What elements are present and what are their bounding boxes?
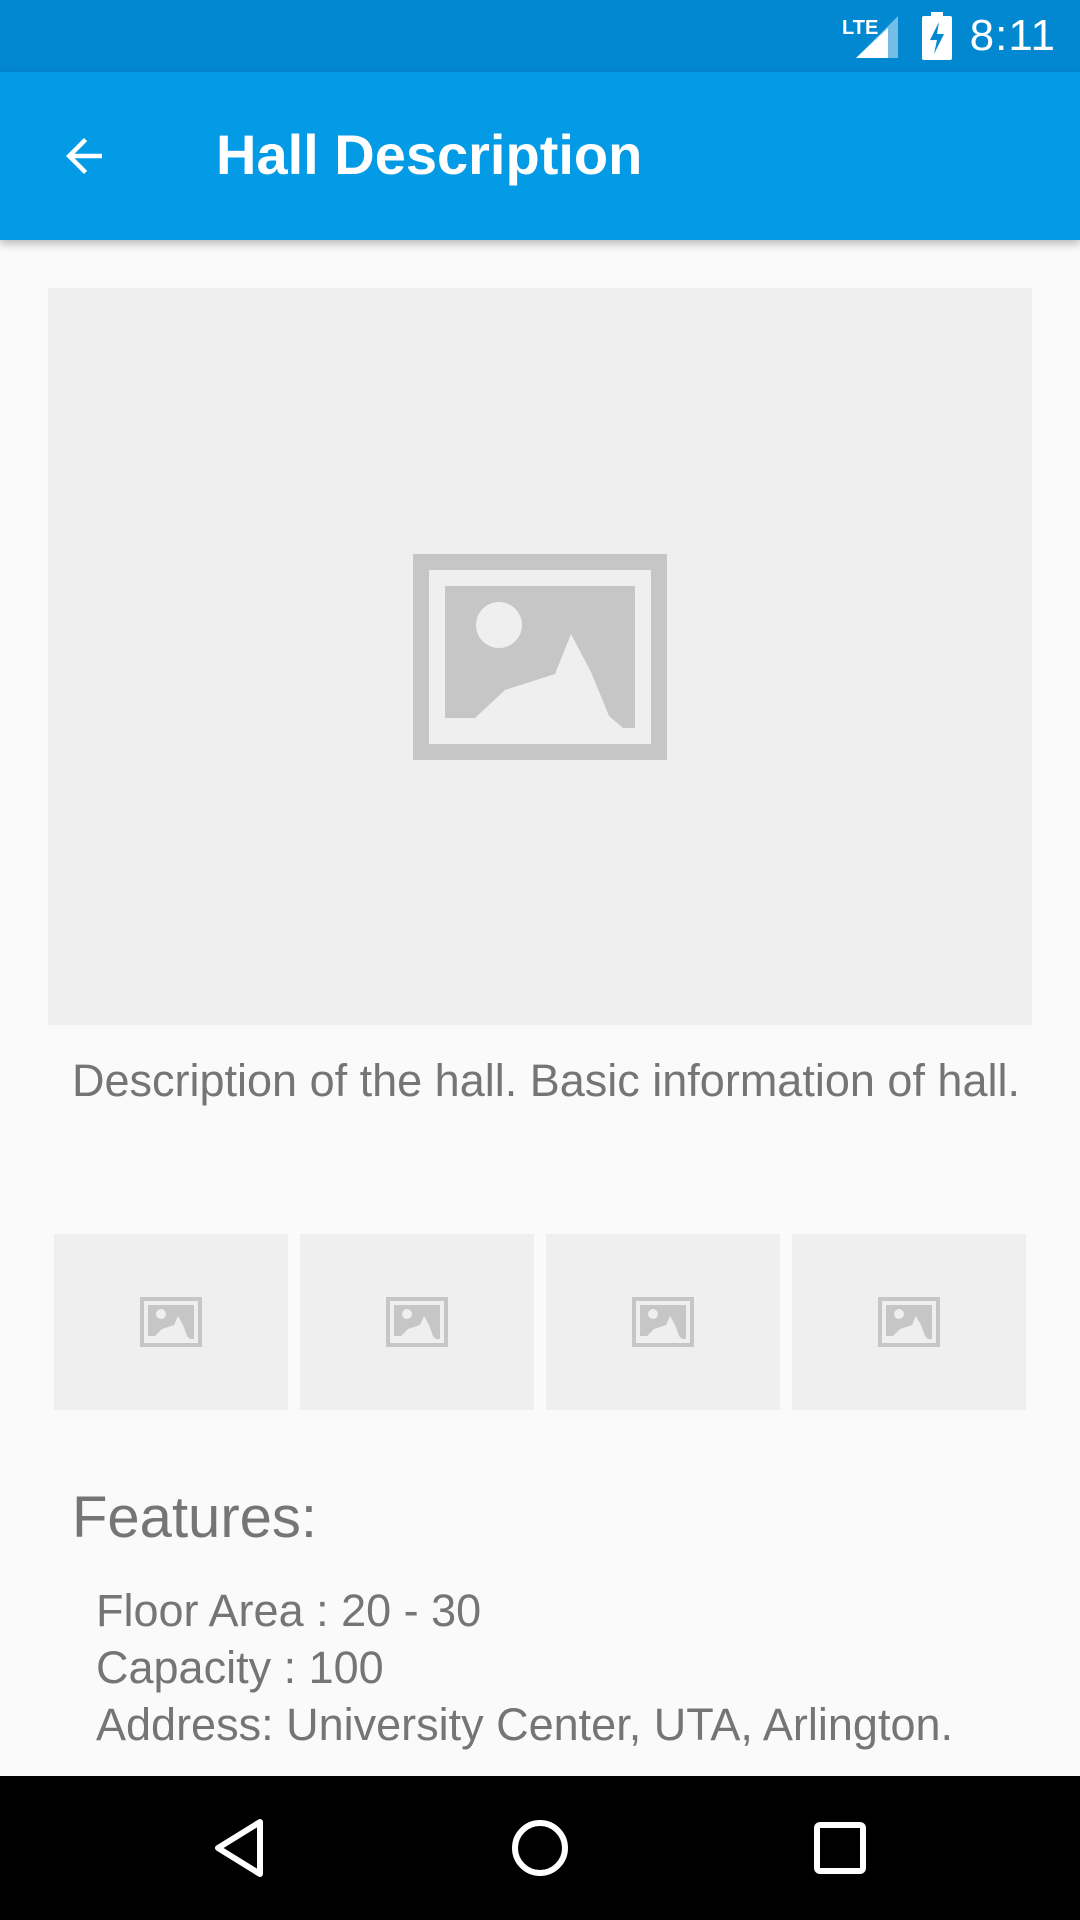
image-placeholder-icon xyxy=(878,1297,940,1347)
arrow-back-icon xyxy=(66,138,102,174)
thumbnail-2[interactable] xyxy=(300,1234,534,1410)
feature-capacity: Capacity : 100 xyxy=(96,1642,384,1693)
nav-recents-icon xyxy=(814,1822,866,1874)
feature-floor-area: Floor Area : 20 - 30 xyxy=(96,1585,482,1636)
thumbnail-3[interactable] xyxy=(546,1234,780,1410)
image-placeholder-icon xyxy=(413,553,667,760)
main-image xyxy=(48,288,1032,1025)
app-bar: Hall Description xyxy=(0,72,1080,240)
nav-back-button[interactable] xyxy=(180,1800,300,1896)
image-placeholder-icon xyxy=(140,1297,202,1347)
signal-lte-icon: LTE xyxy=(842,16,898,58)
nav-back-icon xyxy=(215,1819,263,1877)
hall-description: Description of the hall. Basic informati… xyxy=(72,1055,1020,1106)
back-button[interactable] xyxy=(42,114,126,198)
nav-home-icon xyxy=(512,1820,568,1876)
nav-home-button[interactable] xyxy=(480,1800,600,1896)
battery-charging-icon xyxy=(921,12,952,60)
nav-recents-button[interactable] xyxy=(780,1800,900,1896)
page-title: Hall Description xyxy=(216,123,643,186)
features-list: Floor Area : 20 - 30 Capacity : 100 Addr… xyxy=(96,1582,953,1753)
thumbnail-1[interactable] xyxy=(54,1234,288,1410)
status-time: 8:11 xyxy=(969,11,1056,60)
navigation-bar xyxy=(0,1776,1080,1920)
feature-address: Address: University Center, UTA, Arlingt… xyxy=(96,1699,953,1750)
network-label: LTE xyxy=(842,17,878,39)
image-placeholder-icon xyxy=(386,1297,448,1347)
status-bar: LTE 8:11 xyxy=(0,0,1080,72)
thumbnail-gallery xyxy=(54,1234,1026,1410)
thumbnail-4[interactable] xyxy=(792,1234,1026,1410)
features-heading: Features: xyxy=(72,1485,317,1550)
image-placeholder-icon xyxy=(632,1297,694,1347)
